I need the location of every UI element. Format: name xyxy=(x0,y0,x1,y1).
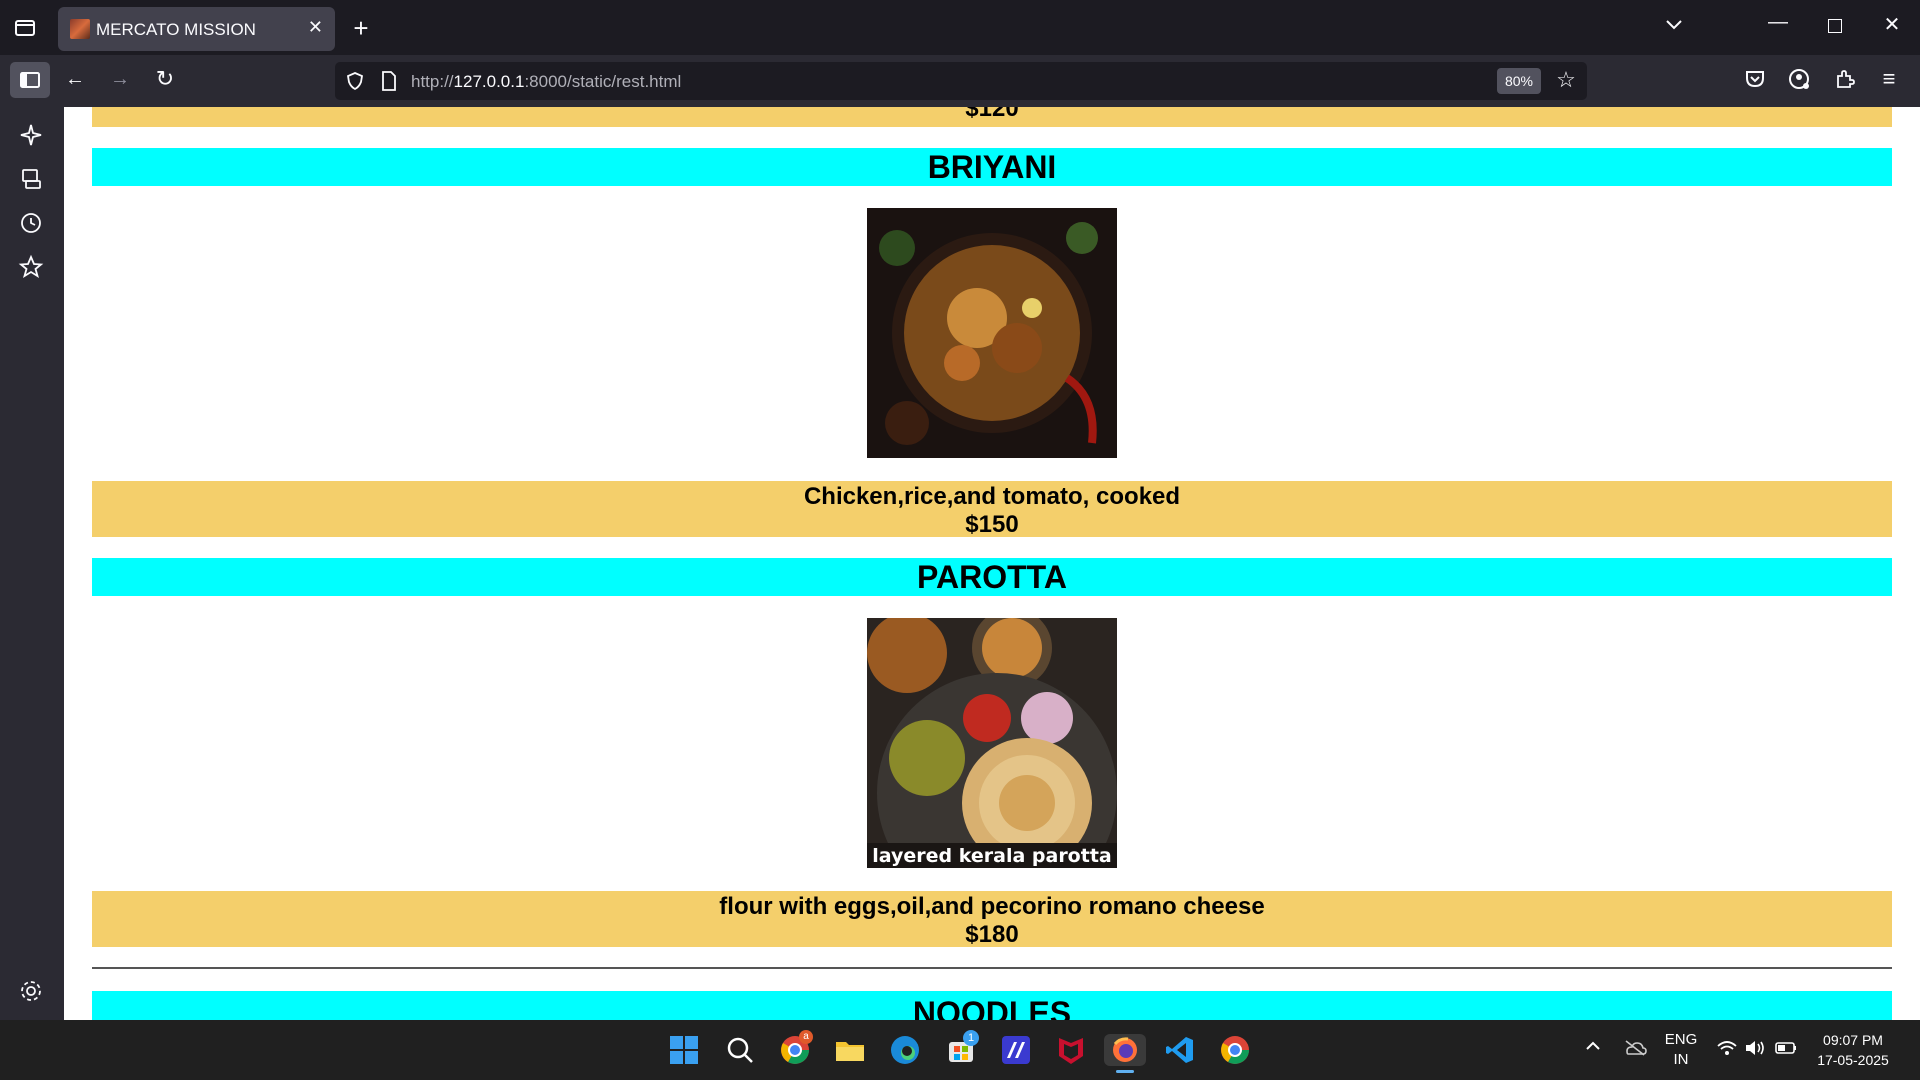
window-close-icon[interactable]: ✕ xyxy=(1882,15,1902,35)
onedrive-offline-icon[interactable] xyxy=(1622,1040,1648,1060)
wifi-icon[interactable] xyxy=(1716,1040,1738,1060)
new-tab-icon[interactable]: + xyxy=(349,15,373,41)
address-bar[interactable]: http://127.0.0.1:8000/static/rest.html xyxy=(335,62,1587,100)
minimize-icon[interactable]: — xyxy=(1768,12,1788,32)
volume-icon[interactable] xyxy=(1744,1040,1766,1060)
menu-item-price: $150 xyxy=(965,511,1019,538)
tab-active[interactable]: MERCATO MISSION ✕ xyxy=(58,7,335,51)
firefox-active-indicator xyxy=(1116,1070,1134,1073)
back-icon[interactable]: ← xyxy=(62,69,88,89)
menu-item-title: BRIYANI xyxy=(927,149,1057,185)
ai-chatbot-icon[interactable] xyxy=(18,122,46,150)
settings-gear-icon[interactable] xyxy=(18,978,46,1006)
menu-item-title: PAROTTA xyxy=(917,559,1067,595)
tab-title: MERCATO MISSION xyxy=(96,20,256,39)
parotta-image: layered kerala parotta xyxy=(867,618,1117,868)
site-favicon-icon xyxy=(70,19,90,39)
firefox-icon[interactable] xyxy=(1104,1034,1146,1073)
menu-item-title: NOODLES xyxy=(912,995,1072,1020)
bookmarks-star-icon[interactable] xyxy=(18,254,46,282)
url-host: 127.0.0.1 xyxy=(453,72,525,91)
account-icon[interactable] xyxy=(1788,68,1812,92)
store-notification-badge: 1 xyxy=(963,1030,979,1046)
parotta-image-caption: layered kerala parotta xyxy=(872,845,1112,867)
reload-icon[interactable]: ↻ xyxy=(152,68,178,90)
language-code: ENG xyxy=(1664,1031,1698,1048)
show-hidden-icons-chevron-icon[interactable] xyxy=(1583,1038,1603,1055)
restore-icon[interactable] xyxy=(1828,19,1842,33)
tracking-protection-shield-icon[interactable] xyxy=(345,71,365,91)
chrome-profile-icon[interactable]: a xyxy=(779,1030,813,1066)
chrome-notification-badge: a xyxy=(799,1030,813,1044)
list-tabs-chevron-icon[interactable] xyxy=(1662,16,1686,36)
menu-item-description: Chicken,rice,and tomato, cooked xyxy=(803,483,1181,510)
menu-item-title-band: BRIYANI xyxy=(92,148,1892,186)
menu-item-info-band: flour with eggs,oil,and pecorino romano … xyxy=(92,891,1892,948)
previous-item-band: $120 xyxy=(92,107,1892,127)
history-clock-icon[interactable] xyxy=(18,210,46,238)
file-explorer-icon[interactable] xyxy=(834,1034,866,1066)
close-tab-icon[interactable]: ✕ xyxy=(308,17,323,38)
tab-manager-icon[interactable] xyxy=(12,16,38,40)
bookmark-star-icon[interactable]: ☆ xyxy=(1554,69,1578,91)
zoom-level-badge[interactable]: 80% xyxy=(1497,68,1541,94)
page-info-icon[interactable] xyxy=(381,71,399,91)
start-windows-icon[interactable] xyxy=(668,1034,700,1066)
page-content: $120 BRIYANI Chicken,rice,and tomato, co… xyxy=(64,107,1920,1020)
forward-icon[interactable]: → xyxy=(107,69,133,89)
menu-item-info-band: Chicken,rice,and tomato, cooked $150 xyxy=(92,481,1892,538)
sidebar-toggle-icon[interactable] xyxy=(10,62,50,98)
search-icon[interactable] xyxy=(724,1034,756,1066)
region-code: IN xyxy=(1673,1051,1689,1068)
url-path: :8000/static/rest.html xyxy=(524,72,682,91)
windows-taskbar: a 1 ENG IN 09:07 PM 17-05-2025 xyxy=(0,1020,1920,1080)
language-indicator[interactable]: ENG IN xyxy=(1660,1030,1702,1070)
previous-item-price: $120 xyxy=(965,107,1019,122)
editor-app-icon[interactable] xyxy=(1000,1034,1032,1066)
tab-strip: MERCATO MISSION ✕ + — ✕ xyxy=(0,0,1920,55)
menu-item-title-band: NOODLES xyxy=(92,991,1892,1020)
pocket-icon[interactable] xyxy=(1744,68,1766,90)
menu-item-price: $180 xyxy=(965,921,1019,948)
extensions-icon[interactable] xyxy=(1834,68,1856,90)
url-prefix: http:// xyxy=(411,72,454,91)
edge-browser-icon[interactable] xyxy=(889,1034,921,1066)
menu-item-description: flour with eggs,oil,and pecorino romano … xyxy=(719,893,1265,920)
menu-item-title-band: PAROTTA xyxy=(92,558,1892,596)
app-menu-icon[interactable]: ≡ xyxy=(1878,68,1900,90)
clock-time: 09:07 PM xyxy=(1823,1032,1883,1048)
url-text[interactable]: http://127.0.0.1:8000/static/rest.html xyxy=(411,72,681,92)
section-divider xyxy=(92,967,1892,969)
microsoft-store-icon[interactable]: 1 xyxy=(945,1030,979,1066)
mcafee-icon[interactable] xyxy=(1055,1034,1087,1066)
synced-tabs-icon[interactable] xyxy=(18,166,46,194)
chrome-icon[interactable] xyxy=(1219,1034,1251,1066)
briyani-image xyxy=(867,208,1117,458)
vscode-icon[interactable] xyxy=(1164,1034,1196,1066)
battery-icon[interactable] xyxy=(1774,1040,1798,1060)
clock[interactable]: 09:07 PM 17-05-2025 xyxy=(1810,1030,1896,1070)
clock-date: 17-05-2025 xyxy=(1817,1052,1889,1068)
sidebar xyxy=(0,107,64,1020)
